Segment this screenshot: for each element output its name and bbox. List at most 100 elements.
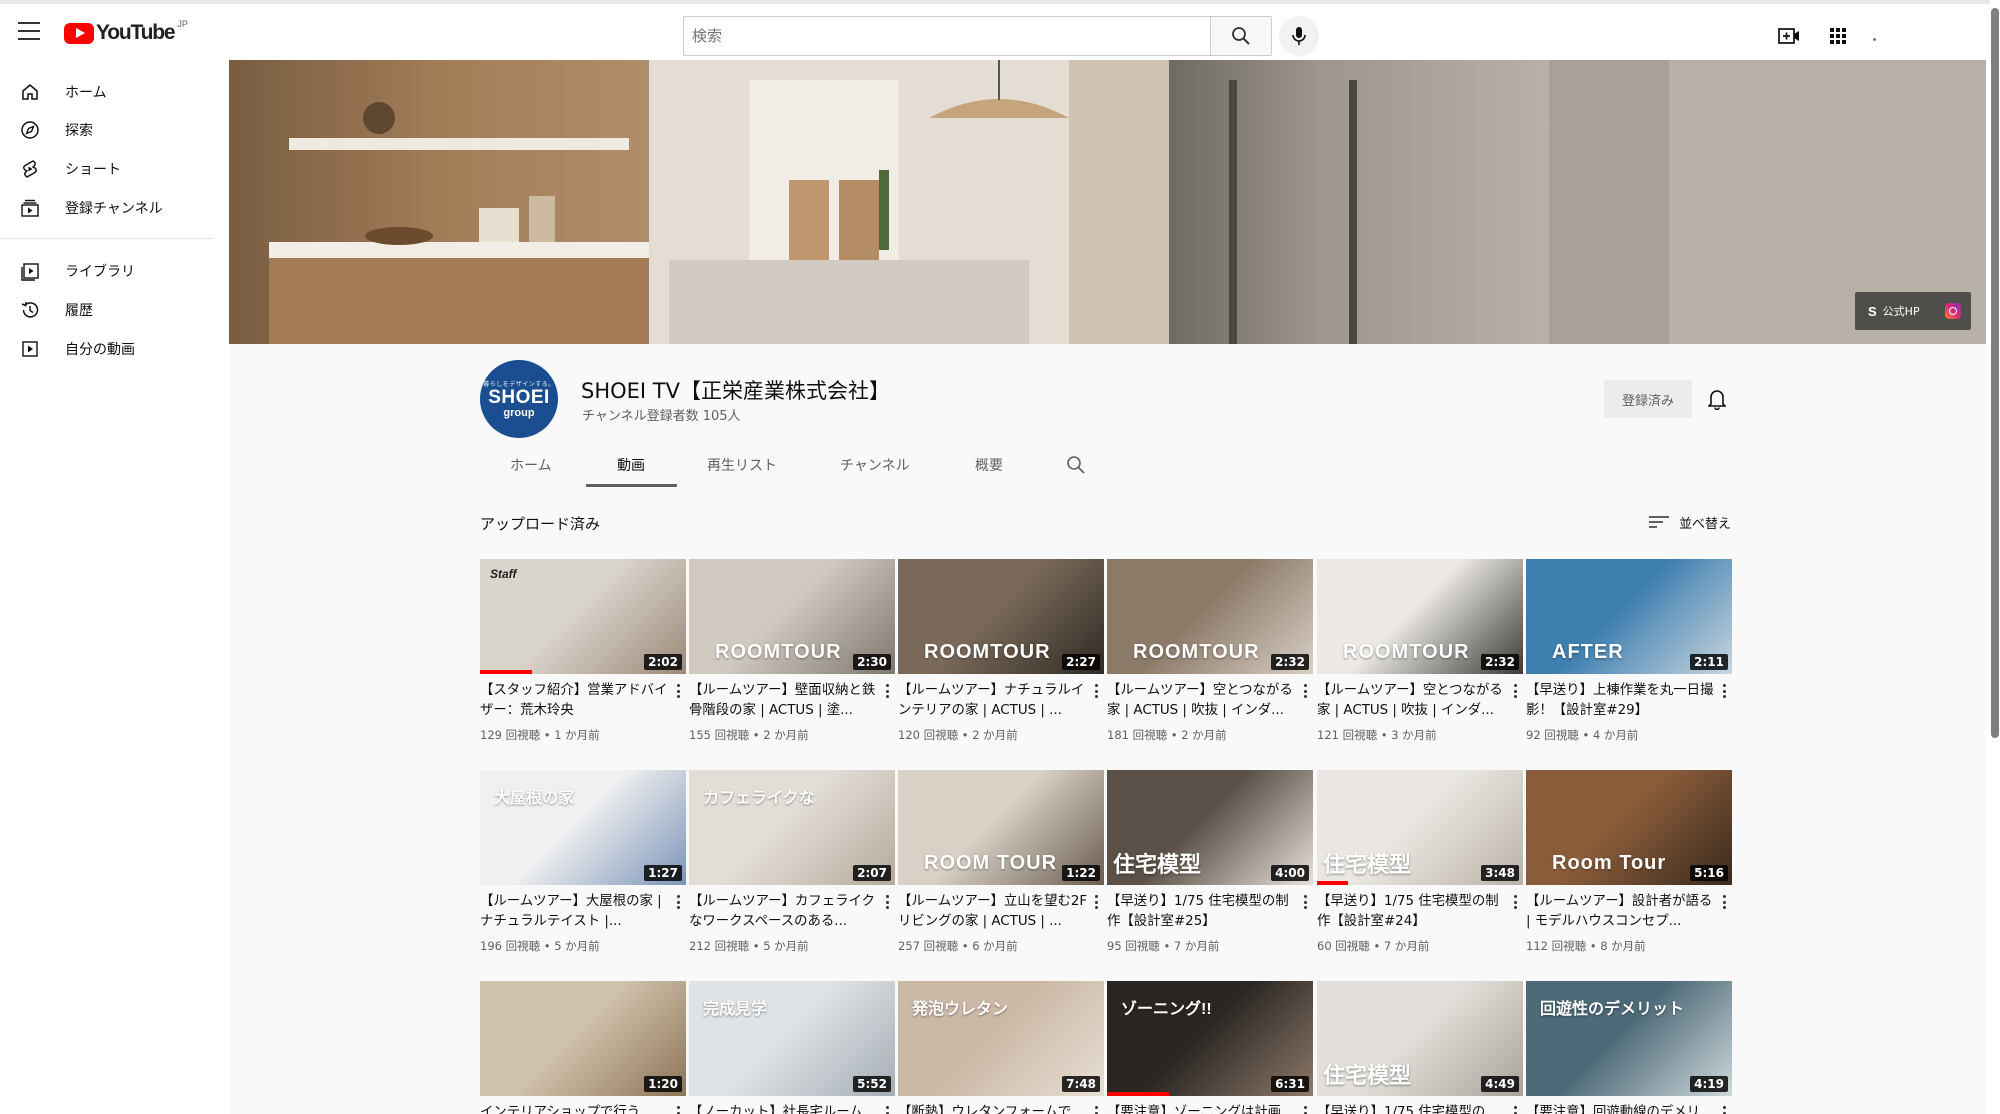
tab-home[interactable]: ホーム — [510, 455, 552, 475]
search-input[interactable] — [684, 17, 1211, 55]
banner-links[interactable]: S 公式HP — [1855, 292, 1971, 330]
more-actions-icon[interactable] — [883, 1104, 891, 1114]
more-actions-icon[interactable] — [1092, 682, 1100, 700]
video-thumbnail[interactable]: カフェライクな 2:07 — [689, 770, 895, 885]
video-title[interactable]: 【ルームツアー】立山を望む2Fリビングの家 | ACTUS | ... — [898, 892, 1088, 932]
video-title[interactable]: 【ルームツアー】カフェライクなワークスペースのある... — [689, 892, 879, 932]
video-thumbnail[interactable]: Room Tour 5:16 — [1526, 770, 1732, 885]
video-card[interactable]: 1:20 インテリアショップで行う... — [480, 981, 686, 1114]
video-title[interactable]: 【早送り】1/75 住宅模型の制作【設計室#25】 — [1107, 892, 1297, 932]
video-title[interactable]: 【断熱】ウレタンフォームで... — [898, 1103, 1088, 1114]
video-title[interactable]: 【ルームツアー】壁面収納と鉄骨階段の家 | ACTUS | 塗... — [689, 681, 879, 721]
more-actions-icon[interactable] — [1092, 893, 1100, 911]
video-thumbnail[interactable]: ROOMTOUR 2:32 — [1317, 559, 1523, 674]
subscribe-button[interactable]: 登録済み — [1604, 380, 1692, 418]
video-title[interactable]: 【ルームツアー】空とつながる家 | ACTUS | 吹抜 | インダ... — [1317, 681, 1507, 721]
video-card[interactable]: ROOMTOUR 2:30 【ルームツアー】壁面収納と鉄骨階段の家 | ACTUS … — [689, 559, 895, 742]
video-thumbnail[interactable]: 回遊性のデメリット 4:19 — [1526, 981, 1732, 1096]
more-actions-icon[interactable] — [1092, 1104, 1100, 1114]
sidebar-item-explore[interactable]: 探索 — [0, 110, 214, 148]
video-title[interactable]: 【ルームツアー】空とつながる家 | ACTUS | 吹抜 | インダ... — [1107, 681, 1297, 721]
tab-channels[interactable]: チャンネル — [840, 455, 910, 475]
video-card[interactable]: ROOMTOUR 2:32 【ルームツアー】空とつながる家 | ACTUS | 吹抜… — [1107, 559, 1313, 742]
video-thumbnail[interactable]: 住宅模型 3:48 — [1317, 770, 1523, 885]
sidebar-item-library[interactable]: ライブラリ — [0, 251, 214, 289]
video-card[interactable]: 大屋根の家 1:27 【ルームツアー】大屋根の家 | ナチュラルテイスト |... 1… — [480, 770, 686, 953]
scrollbar-thumb[interactable] — [1991, 8, 1999, 738]
video-thumbnail[interactable]: ROOMTOUR 2:27 — [898, 559, 1104, 674]
more-actions-icon[interactable] — [1511, 1104, 1519, 1114]
sidebar-item-my-videos[interactable]: 自分の動画 — [0, 329, 214, 367]
sidebar-item-shorts[interactable]: ショート — [0, 149, 214, 187]
video-title[interactable]: 【早送り】1/75 住宅模型の... — [1317, 1103, 1507, 1114]
video-title[interactable]: 【ルームツアー】設計者が語る | モデルハウスコンセプ... — [1526, 892, 1716, 932]
more-actions-icon[interactable] — [1301, 1104, 1309, 1114]
sort-button[interactable]: 並べ替え — [1649, 511, 1731, 533]
channel-search-button[interactable] — [1066, 455, 1086, 475]
video-title[interactable]: 【早送り】上棟作業を丸一日撮影！【設計室#29】 — [1526, 681, 1716, 721]
channel-avatar[interactable]: 暮らしをデザインする。 SHOEI group — [480, 360, 558, 438]
account-indicator[interactable] — [1873, 38, 1876, 41]
video-title[interactable]: 【要注意】ゾーニングは計画... — [1107, 1103, 1297, 1114]
video-title[interactable]: 【早送り】1/75 住宅模型の制作【設計室#24】 — [1317, 892, 1507, 932]
video-thumbnail[interactable]: 1:20 — [480, 981, 686, 1096]
video-card[interactable]: 住宅模型 4:49 【早送り】1/75 住宅模型の... — [1317, 981, 1523, 1114]
sidebar-item-home[interactable]: ホーム — [0, 72, 214, 110]
more-actions-icon[interactable] — [674, 1104, 682, 1114]
youtube-logo[interactable]: YouTube JP — [64, 19, 188, 44]
more-actions-icon[interactable] — [1720, 1104, 1728, 1114]
video-thumbnail[interactable]: 住宅模型 4:49 — [1317, 981, 1523, 1096]
search-button[interactable] — [1210, 16, 1272, 56]
video-card[interactable]: AFTER 2:11 【早送り】上棟作業を丸一日撮影！【設計室#29】 92 回視聴 … — [1526, 559, 1732, 742]
voice-search-button[interactable] — [1279, 16, 1319, 56]
video-card[interactable]: ROOM TOUR 1:22 【ルームツアー】立山を望む2Fリビングの家 | ACT… — [898, 770, 1104, 953]
video-title[interactable]: インテリアショップで行う... — [480, 1103, 670, 1114]
more-actions-icon[interactable] — [1511, 893, 1519, 911]
tab-about[interactable]: 概要 — [975, 455, 1003, 475]
video-title[interactable]: 【ルームツアー】大屋根の家 | ナチュラルテイスト |... — [480, 892, 670, 932]
video-card[interactable]: 回遊性のデメリット 4:19 【要注意】回遊動線のデメリ... — [1526, 981, 1732, 1114]
video-card[interactable]: ゾーニング!! 6:31 【要注意】ゾーニングは計画... — [1107, 981, 1313, 1114]
video-thumbnail[interactable]: 完成見学 5:52 — [689, 981, 895, 1096]
video-thumbnail[interactable]: ROOM TOUR 1:22 — [898, 770, 1104, 885]
sidebar-item-history[interactable]: 履歴 — [0, 290, 214, 328]
video-card[interactable]: 発泡ウレタン 7:48 【断熱】ウレタンフォームで... — [898, 981, 1104, 1114]
create-video-button[interactable] — [1776, 24, 1802, 48]
more-actions-icon[interactable] — [1720, 682, 1728, 700]
more-actions-icon[interactable] — [674, 682, 682, 700]
sidebar-item-subscriptions[interactable]: 登録チャンネル — [0, 188, 214, 226]
notification-bell-button[interactable] — [1705, 386, 1729, 412]
video-thumbnail[interactable]: Staff 2:02 — [480, 559, 686, 674]
more-actions-icon[interactable] — [1301, 682, 1309, 700]
more-actions-icon[interactable] — [1301, 893, 1309, 911]
tab-playlists[interactable]: 再生リスト — [707, 455, 777, 475]
video-card[interactable]: 住宅模型 3:48 【早送り】1/75 住宅模型の制作【設計室#24】 60 回視聴 … — [1317, 770, 1523, 953]
video-thumbnail[interactable]: ROOMTOUR 2:30 — [689, 559, 895, 674]
video-card[interactable]: Room Tour 5:16 【ルームツアー】設計者が語る | モデルハウスコンセプ… — [1526, 770, 1732, 953]
more-actions-icon[interactable] — [674, 893, 682, 911]
video-card[interactable]: 住宅模型 4:00 【早送り】1/75 住宅模型の制作【設計室#25】 95 回視聴 … — [1107, 770, 1313, 953]
video-thumbnail[interactable]: ROOMTOUR 2:32 — [1107, 559, 1313, 674]
video-card[interactable]: Staff 2:02 【スタッフ紹介】営業アドバイザー：荒木玲央 129 回視聴 • … — [480, 559, 686, 742]
website-link-label[interactable]: 公式HP — [1883, 303, 1920, 319]
more-actions-icon[interactable] — [883, 682, 891, 700]
menu-icon[interactable] — [18, 22, 40, 42]
video-title[interactable]: 【ノーカット】社長宅ルームツ... — [689, 1103, 879, 1114]
video-title[interactable]: 【要注意】回遊動線のデメリ... — [1526, 1103, 1716, 1114]
video-thumbnail[interactable]: AFTER 2:11 — [1526, 559, 1732, 674]
instagram-icon[interactable] — [1945, 303, 1961, 319]
video-title[interactable]: 【スタッフ紹介】営業アドバイザー：荒木玲央 — [480, 681, 670, 721]
more-actions-icon[interactable] — [1511, 682, 1519, 700]
video-thumbnail[interactable]: 発泡ウレタン 7:48 — [898, 981, 1104, 1096]
video-title[interactable]: 【ルームツアー】ナチュラルインテリアの家 | ACTUS | ... — [898, 681, 1088, 721]
more-actions-icon[interactable] — [883, 893, 891, 911]
video-thumbnail[interactable]: ゾーニング!! 6:31 — [1107, 981, 1313, 1096]
video-card[interactable]: ROOMTOUR 2:27 【ルームツアー】ナチュラルインテリアの家 | ACTUS… — [898, 559, 1104, 742]
video-card[interactable]: カフェライクな 2:07 【ルームツアー】カフェライクなワークスペースのある... 2… — [689, 770, 895, 953]
tab-videos[interactable]: 動画 — [617, 455, 645, 475]
video-thumbnail[interactable]: 大屋根の家 1:27 — [480, 770, 686, 885]
video-thumbnail[interactable]: 住宅模型 4:00 — [1107, 770, 1313, 885]
video-card[interactable]: ROOMTOUR 2:32 【ルームツアー】空とつながる家 | ACTUS | 吹抜… — [1317, 559, 1523, 742]
video-card[interactable]: 完成見学 5:52 【ノーカット】社長宅ルームツ... — [689, 981, 895, 1114]
more-actions-icon[interactable] — [1720, 893, 1728, 911]
